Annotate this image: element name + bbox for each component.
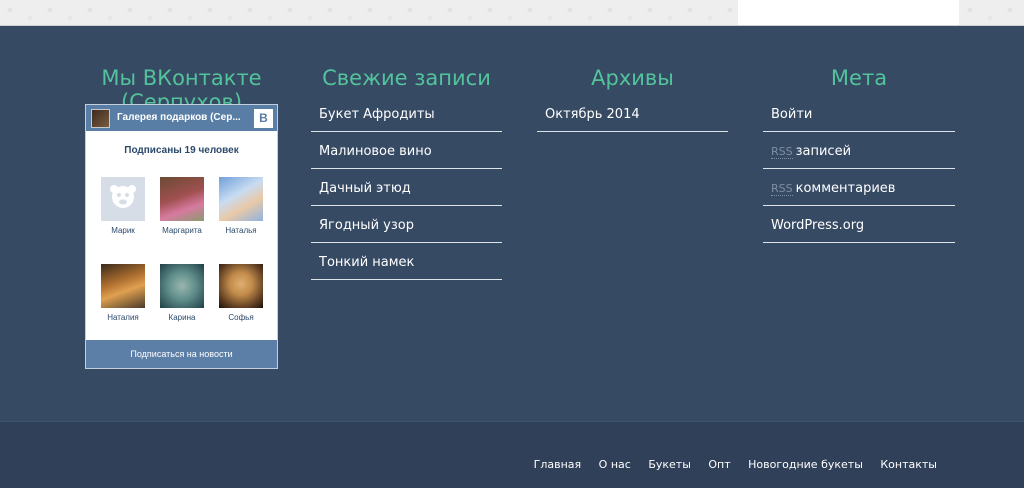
member-name[interactable]: Наталья [212,226,270,235]
list-item[interactable]: Ягодный узор [311,206,502,243]
avatar[interactable] [160,177,204,221]
recent-posts-widget: Свежие записи Букет Афродиты Малиновое в… [311,66,502,280]
footer-nav-contacts[interactable]: Контакты [880,458,937,471]
meta-list: Войти RSS записей RSS комментариев WordPre… [763,95,955,243]
list-item[interactable]: Малиновое вино [311,132,502,169]
rss-comments-label[interactable]: комментариев [796,181,896,196]
footer-nav-newyear[interactable]: Новогодние букеты [748,458,863,471]
avatar[interactable] [160,264,204,308]
site-footer: Главная О нас Букеты Опт Новогодние буке… [0,421,1024,488]
rss-abbr: RSS [771,145,793,159]
vk-member[interactable]: Карина [153,264,211,322]
list-item[interactable]: Тонкий намек [311,243,502,280]
meta-heading: Мета [830,66,888,90]
member-name[interactable]: Карина [153,313,211,322]
vk-member[interactable]: Маргарита [153,177,211,235]
meta-rss-posts-link[interactable]: RSS записей [763,132,955,169]
vk-member[interactable]: Софья [212,264,270,322]
vk-widget-header: Галерея подарков (Сер... В [86,105,277,131]
footer-nav-bouquets[interactable]: Букеты [648,458,691,471]
list-item[interactable]: Букет Афродиты [311,95,502,132]
footer-nav-about[interactable]: О нас [599,458,631,471]
top-content-edge [738,0,959,25]
vk-group-widget[interactable]: Галерея подарков (Сер... В Подписаны 19 … [85,104,278,369]
rss-posts-label[interactable]: записей [796,144,851,159]
vk-member[interactable]: Наталия [94,264,152,322]
member-name[interactable]: Маргарита [153,226,211,235]
vk-member[interactable]: Наталья [212,177,270,235]
avatar[interactable] [219,177,263,221]
meta-widget: Мета Войти RSS записей RSS комментариев Wo… [763,66,955,243]
recent-posts-heading: Свежие записи [322,66,491,90]
recent-posts-list: Букет Афродиты Малиновое вино Дачный этю… [311,95,502,280]
vk-group-title[interactable]: Галерея подарков (Сер... [117,112,250,123]
group-avatar[interactable] [91,109,110,128]
vk-subscriber-count[interactable]: Подписаны 19 человек [86,145,277,156]
rss-abbr: RSS [771,182,793,196]
avatar[interactable] [101,177,145,221]
list-item[interactable]: Дачный этюд [311,169,502,206]
member-name[interactable]: Марик [94,226,152,235]
member-name[interactable]: Наталия [94,313,152,322]
archives-widget: Архивы Октябрь 2014 [537,66,728,132]
default-avatar-icon [101,177,145,221]
avatar[interactable] [101,264,145,308]
meta-login-link[interactable]: Войти [763,95,955,132]
avatar[interactable] [219,264,263,308]
footer-nav-wholesale[interactable]: Опт [708,458,730,471]
meta-rss-comments-link[interactable]: RSS комментариев [763,169,955,206]
footer-nav-home[interactable]: Главная [534,458,582,471]
member-name[interactable]: Софья [212,313,270,322]
meta-wordpress-link[interactable]: WordPress.org [763,206,955,243]
archives-list: Октябрь 2014 [537,95,728,132]
vk-logo-icon[interactable]: В [254,109,273,128]
list-item[interactable]: Октябрь 2014 [537,95,728,132]
archives-heading: Архивы [591,66,674,90]
footer-nav: Главная О нас Букеты Опт Новогодние буке… [520,458,937,471]
vk-subscribe-button[interactable]: Подписаться на новости [86,340,277,368]
vk-member[interactable]: Марик [94,177,152,235]
